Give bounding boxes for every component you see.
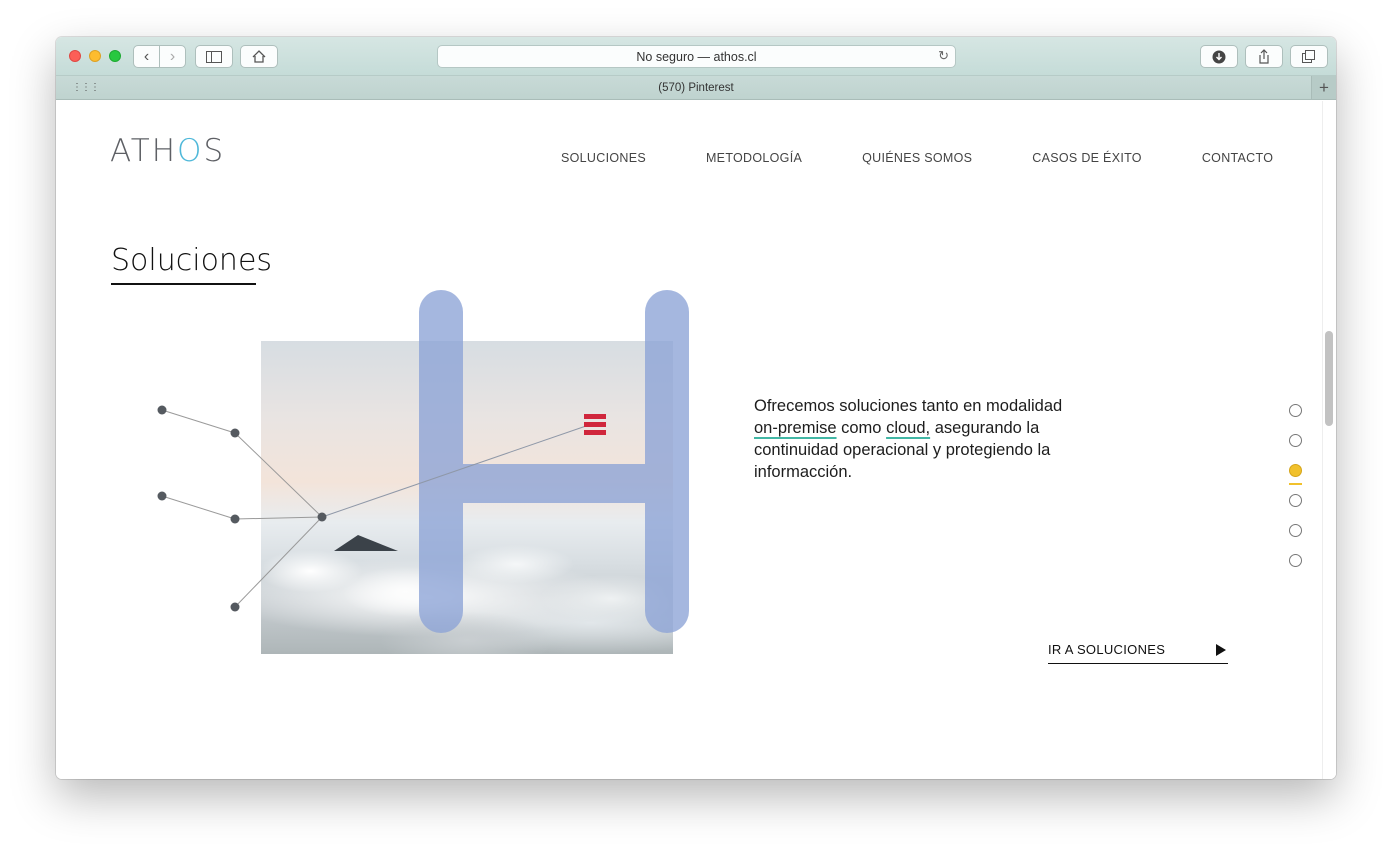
pagination-dot-6[interactable] — [1289, 554, 1302, 567]
on-premise-highlight: on-premise — [754, 419, 837, 437]
address-bar[interactable]: No seguro — athos.cl ↻ — [437, 45, 956, 68]
network-node — [230, 602, 240, 612]
back-icon[interactable]: ‹ — [134, 46, 159, 67]
network-node — [157, 491, 167, 501]
network-hub-node — [317, 512, 327, 522]
nav-casos-de-exito[interactable]: CASOS DE ÉXITO — [1032, 151, 1142, 165]
home-button[interactable] — [240, 45, 278, 68]
red-stack-icon — [584, 414, 606, 438]
pagination-dot-1[interactable] — [1289, 404, 1302, 417]
nav-quienes-somos[interactable]: QUIÉNES SOMOS — [862, 151, 972, 165]
minimize-window-button[interactable] — [89, 50, 101, 62]
sidebar-icon — [206, 50, 222, 63]
pagination-dot-2[interactable] — [1289, 434, 1302, 447]
active-tab-title[interactable]: (570) Pinterest — [658, 82, 733, 94]
ir-a-soluciones-link[interactable]: IR A SOLUCIONES — [1048, 636, 1228, 664]
section-description: Ofrecemos soluciones tanto en modalidad … — [754, 395, 1074, 483]
download-icon — [1212, 50, 1226, 63]
browser-toolbar: ‹ › No seguro — athos.cl ↻ — [56, 37, 1336, 76]
description-text-2: como — [836, 419, 887, 437]
home-icon — [252, 50, 266, 63]
share-icon — [1259, 49, 1269, 64]
browser-window: ‹ › No seguro — athos.cl ↻ ⋮⋮⋮ (570) Pin… — [56, 37, 1336, 779]
pagination-dot-5[interactable] — [1289, 524, 1302, 537]
sidebar-toggle-button[interactable] — [195, 45, 233, 68]
tabs-icon — [1302, 50, 1315, 63]
cloud-highlight: cloud, — [886, 419, 931, 437]
share-button[interactable] — [1245, 45, 1283, 68]
tabs-overview-button[interactable] — [1290, 45, 1328, 68]
new-tab-button[interactable]: + — [1311, 76, 1336, 99]
web-page: ATHOS SOLUCIONES METODOLOGÍA QUIÉNES SOM… — [56, 101, 1336, 779]
network-diagram — [157, 405, 587, 612]
network-node — [230, 428, 240, 438]
pagination-dot-3-active[interactable] — [1289, 464, 1302, 477]
network-node — [230, 514, 240, 524]
nav-contacto[interactable]: CONTACTO — [1202, 151, 1273, 165]
close-window-button[interactable] — [69, 50, 81, 62]
active-dot-indicator — [1289, 483, 1302, 485]
cta-label: IR A SOLUCIONES — [1048, 642, 1166, 657]
tab-bar: ⋮⋮⋮ (570) Pinterest + — [56, 76, 1336, 100]
downloads-button[interactable] — [1200, 45, 1238, 68]
zoom-window-button[interactable] — [109, 50, 121, 62]
grid-icon[interactable]: ⋮⋮⋮ — [72, 82, 100, 94]
history-nav: ‹ › — [133, 45, 186, 68]
description-text-1: Ofrecemos soluciones tanto en modalidad — [754, 397, 1063, 415]
scrollbar-thumb[interactable] — [1325, 331, 1333, 426]
reload-icon[interactable]: ↻ — [938, 48, 949, 64]
forward-icon[interactable]: › — [159, 46, 185, 67]
pagination-dot-4[interactable] — [1289, 494, 1302, 507]
page-scrollbar[interactable] — [1322, 101, 1336, 779]
network-node — [157, 405, 167, 415]
play-arrow-icon — [1216, 643, 1226, 656]
url-text: No seguro — athos.cl — [636, 49, 757, 64]
